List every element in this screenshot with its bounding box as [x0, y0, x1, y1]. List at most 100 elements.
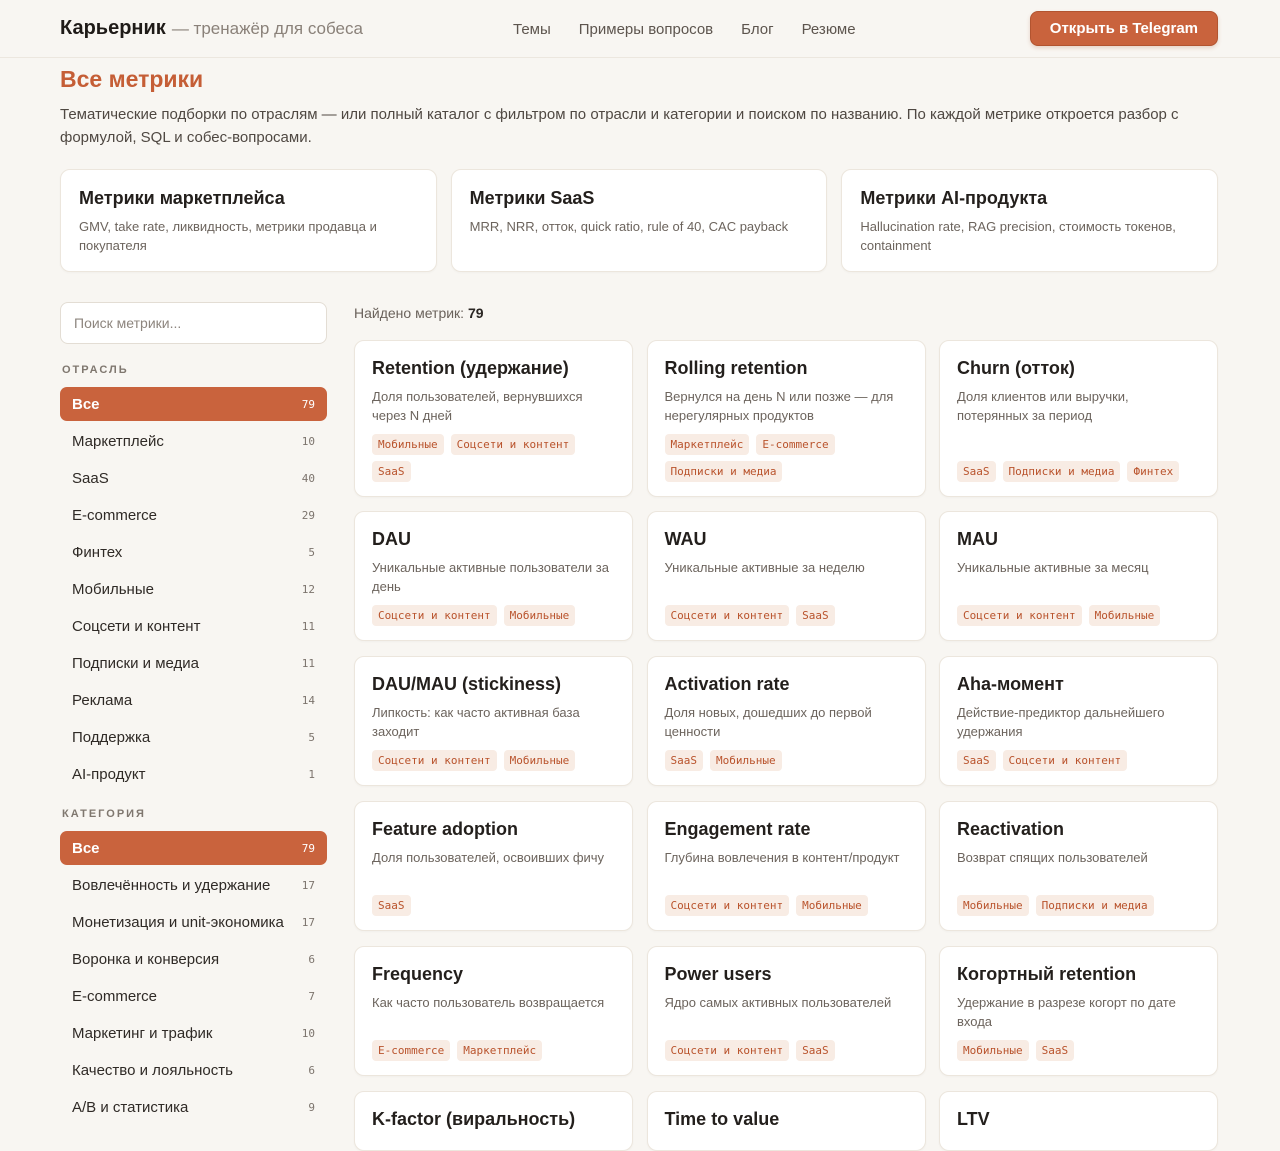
industry-tag: Соцсети и контент [1002, 750, 1128, 771]
metric-card-description: Возврат спящих пользователей [957, 850, 1148, 865]
metric-card[interactable]: Aha-момент Действие-предиктор дальнейшего… [939, 656, 1218, 786]
category-filter-item[interactable]: Вовлечённость и удержание 17 [60, 868, 327, 902]
metric-card-description: Доля пользователей, вернувшихся через N … [372, 389, 583, 423]
industry-filter-count: 79 [301, 397, 315, 411]
metric-card[interactable]: Churn (отток) Доля клиентов или выручки, … [939, 340, 1218, 497]
metric-card-description: Доля клиентов или выручки, потерянных за… [957, 389, 1129, 423]
metric-card[interactable]: Activation rate Доля новых, дошедших до п… [646, 656, 926, 786]
category-filter-label: Маркетинг и трафик [72, 1024, 213, 1042]
category-filter-item[interactable]: Качество и лояльность 6 [60, 1053, 327, 1087]
industry-filter-count: 5 [308, 730, 315, 744]
theme-card-marketplace[interactable]: Метрики маркетплейса GMV, take rate, лик… [60, 169, 437, 272]
metric-card-title: Retention (удержание) [372, 358, 569, 378]
metric-card[interactable]: LTV [939, 1091, 1218, 1151]
metric-card[interactable]: Time to value [646, 1091, 926, 1151]
nav-link-topics[interactable]: Темы [513, 21, 551, 38]
metric-card[interactable]: K-factor (виральность) [354, 1091, 633, 1151]
metric-card-title: WAU [664, 529, 707, 549]
industry-filter-item[interactable]: AI-продукт 1 [60, 757, 327, 791]
category-filter-count: 17 [301, 878, 315, 892]
category-filter-label: Монетизация и unit-экономика [72, 913, 284, 931]
metric-card[interactable]: MAU Уникальные активные за месяц Соцсети и… [939, 511, 1218, 641]
theme-card-description: MRR, NRR, отток, quick ratio, rule of 40… [469, 219, 789, 234]
industry-tag: SaaS [1035, 1040, 1075, 1061]
industry-tag: Подписки и медиа [1002, 461, 1121, 482]
category-filter-heading: КАТЕГОРИЯ [62, 808, 146, 820]
metric-card-description: Уникальные активные за месяц [957, 560, 1149, 575]
metric-card[interactable]: Frequency Как часто пользователь возвраща… [354, 946, 633, 1076]
brand[interactable]: Карьерник — тренажёр для собеса [60, 17, 363, 40]
results-count-label: Найдено метрик: [354, 305, 465, 321]
industry-tag: SaaS [372, 895, 411, 916]
metric-card-tags: SaaS Соцсети и контент [957, 750, 1205, 771]
metric-card-title: Power users [664, 964, 772, 984]
category-filter-item[interactable]: Воронка и конверсия 6 [60, 942, 327, 976]
industry-filter-count: 12 [301, 582, 315, 596]
industry-filter-label: Реклама [72, 691, 133, 709]
industry-tag: Соцсети и контент [664, 1040, 790, 1061]
industry-tag: Мобильные [957, 1040, 1029, 1061]
industry-filter-item[interactable]: Подписки и медиа 11 [60, 646, 327, 680]
open-in-telegram-button[interactable]: Открыть в Telegram [1029, 11, 1218, 46]
metric-card[interactable]: Retention (удержание) Доля пользователей,… [354, 340, 633, 497]
metric-card[interactable]: Когортный retention Удержание в разрезе к… [939, 946, 1218, 1076]
metric-card-tags: E-commerce Маркетплейс [372, 1040, 620, 1061]
industry-filter-label: Маркетплейс [72, 432, 164, 450]
industry-tag: SaaS [796, 1040, 835, 1061]
industry-tag: SaaS [957, 750, 996, 771]
metric-card[interactable]: Rolling retention Вернулся на день N или … [646, 340, 926, 497]
metric-card-tags: Соцсети и контент SaaS [664, 605, 913, 626]
industry-tag: SaaS [957, 461, 996, 482]
metric-card[interactable]: WAU Уникальные активные за неделю Соцсети … [646, 511, 926, 641]
metric-card-tags: Соцсети и контент Мобильные [957, 605, 1205, 626]
brand-name[interactable]: Карьерник [60, 17, 166, 40]
category-filter-item[interactable]: Маркетинг и трафик 10 [60, 1016, 327, 1050]
category-filter-item[interactable]: Монетизация и unit-экономика 17 [60, 905, 327, 939]
metric-card[interactable]: Feature adoption Доля пользователей, осво… [354, 801, 633, 931]
metric-card[interactable]: Engagement rate Глубина вовлечения в конт… [646, 801, 926, 931]
theme-card-ai-product[interactable]: Метрики AI-продукта Hallucination rate, … [841, 169, 1219, 272]
nav-link-blog[interactable]: Блог [741, 21, 773, 38]
category-filter-item[interactable]: A/B и статистика 9 [60, 1090, 327, 1124]
theme-card-saas[interactable]: Метрики SaaS MRR, NRR, отток, quick rati… [450, 169, 828, 272]
industry-tag: Подписки и медиа [664, 461, 783, 482]
metric-card-description: Уникальные активные за неделю [664, 560, 865, 575]
category-filter-count: 6 [308, 1063, 315, 1077]
metric-card-tags: Маркетплейс E-commerce Подписки и медиа [664, 434, 913, 482]
metric-card-description: Уникальные активные пользователи за день [372, 560, 609, 594]
category-filter-label: Качество и лояльность [72, 1061, 233, 1079]
metric-card-tags: SaaS Мобильные [664, 750, 913, 771]
metric-search-input[interactable] [60, 302, 327, 344]
category-filter-item[interactable]: E-commerce 7 [60, 979, 327, 1013]
results-count: Найдено метрик: 79 [354, 305, 484, 321]
theme-collections: Метрики маркетплейса GMV, take rate, лик… [60, 169, 1219, 272]
metric-card-title: K-factor (виральность) [372, 1109, 576, 1129]
metric-card-description: Липкость: как часто активная база заходи… [372, 705, 580, 739]
industry-tag: Мобильные [372, 434, 444, 455]
metric-card[interactable]: Power users Ядро самых активных пользоват… [646, 946, 926, 1076]
nav-link-resume[interactable]: Резюме [802, 21, 856, 38]
metric-card[interactable]: DAU/MAU (stickiness) Липкость: как часто … [354, 656, 633, 786]
metric-card-title: Когортный retention [957, 964, 1137, 984]
metric-card-title: MAU [957, 529, 998, 549]
category-filter-item[interactable]: Все 79 [60, 831, 327, 865]
industry-tag: Маркетплейс [664, 434, 750, 455]
metric-card[interactable]: Reactivation Возврат спящих пользователей… [939, 801, 1218, 931]
industry-filter-item[interactable]: Маркетплейс 10 [60, 424, 327, 458]
industry-filter-item[interactable]: Все 79 [60, 387, 327, 421]
category-filter-count: 7 [308, 989, 315, 1003]
metric-card[interactable]: DAU Уникальные активные пользователи за д… [354, 511, 633, 641]
metric-card-title: DAU/MAU (stickiness) [372, 674, 562, 694]
industry-filter-item[interactable]: Мобильные 12 [60, 572, 327, 606]
metric-card-description: Доля новых, дошедших до первой ценности [664, 705, 872, 739]
industry-filter-item[interactable]: Поддержка 5 [60, 720, 327, 754]
metric-card-tags: SaaS Подписки и медиа Финтех [957, 461, 1205, 482]
theme-card-description: GMV, take rate, ликвидность, метрики про… [79, 219, 377, 253]
industry-filter-item[interactable]: Финтех 5 [60, 535, 327, 569]
industry-filter-item[interactable]: Реклама 14 [60, 683, 327, 717]
nav-link-question-examples[interactable]: Примеры вопросов [579, 21, 713, 38]
metric-card-description: Действие-предиктор дальнейшего удержания [957, 705, 1165, 739]
industry-filter-item[interactable]: E-commerce 29 [60, 498, 327, 532]
industry-filter-item[interactable]: Соцсети и контент 11 [60, 609, 327, 643]
industry-filter-item[interactable]: SaaS 40 [60, 461, 327, 495]
